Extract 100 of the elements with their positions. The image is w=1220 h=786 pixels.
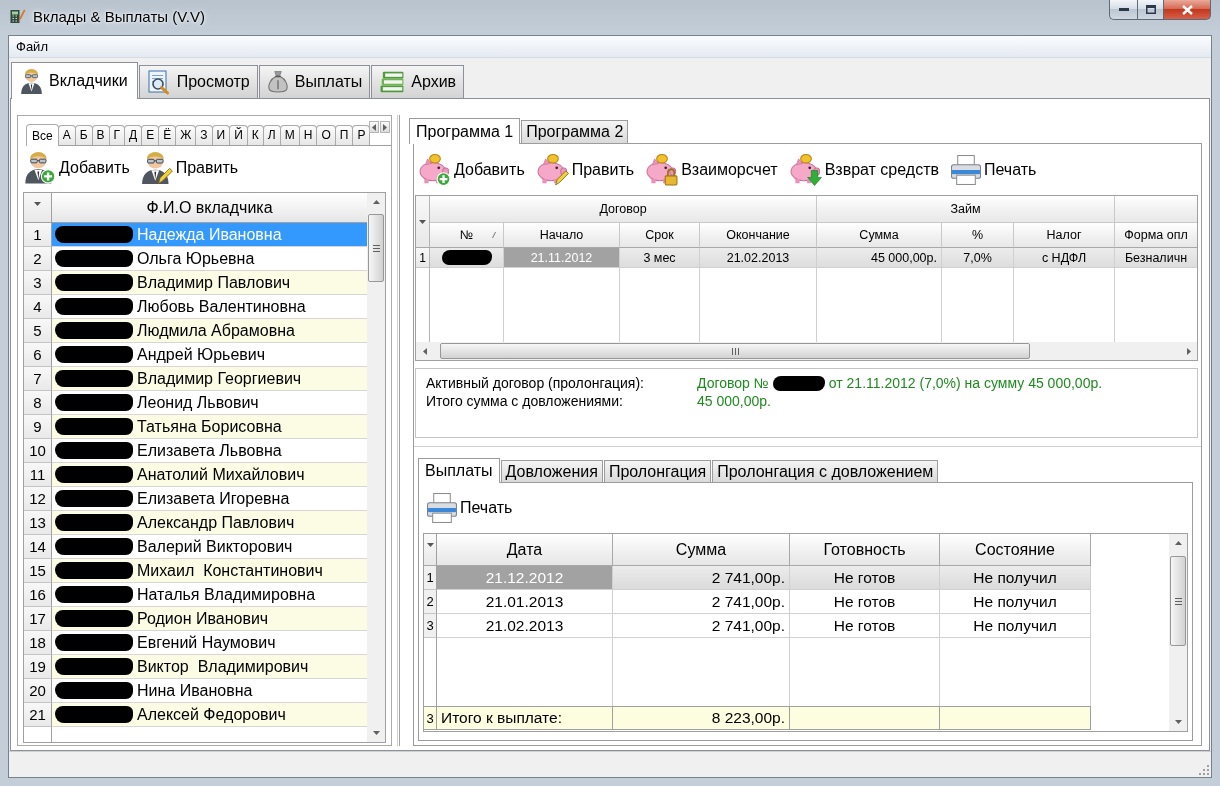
tab[interactable]: Вкладчики	[11, 62, 138, 99]
name-cell[interactable]: Виктор Владимирович	[52, 655, 367, 679]
dropdown-arrow-icon[interactable]	[34, 202, 41, 206]
tab[interactable]: Выплаты	[258, 65, 371, 98]
depositor-name: Владимир Павлович	[137, 273, 291, 292]
tab[interactable]: Довложения	[500, 460, 603, 482]
tab[interactable]: Пролонгация с довложением	[712, 460, 939, 482]
dropdown-arrow-icon[interactable]	[419, 219, 426, 224]
row-number: 3	[24, 271, 52, 295]
letter-tab[interactable]: Ж	[175, 125, 197, 145]
toolbar-button[interactable]: Взврат средств	[789, 154, 939, 186]
toolbar-button[interactable]: Добавить	[419, 154, 525, 186]
row-number: 11	[24, 463, 52, 487]
toolbar-button[interactable]: Печать	[427, 493, 513, 523]
name-cell[interactable]: Анатолий Михайлович	[52, 463, 367, 487]
tab[interactable]: Выплаты	[418, 458, 500, 483]
scrollbar[interactable]	[416, 342, 1197, 360]
resize-grip-icon[interactable]	[1198, 764, 1209, 775]
column-header[interactable]: Готовность	[790, 534, 940, 566]
toolbar-button[interactable]: Править	[141, 152, 239, 184]
column-header[interactable]: Сумма	[613, 534, 790, 566]
letter-tab[interactable]: О	[316, 125, 336, 145]
letter-tab[interactable]: Р	[352, 125, 371, 145]
name-cell[interactable]: Михаил Константинович	[52, 559, 367, 583]
letter-tab[interactable]: В	[91, 125, 110, 145]
row-number: 6	[24, 343, 52, 367]
scrollbar[interactable]	[1169, 534, 1187, 731]
maximize-icon	[1145, 5, 1156, 14]
row-number: 9	[24, 415, 52, 439]
scrollbar-thumb[interactable]	[1170, 556, 1186, 646]
column-header[interactable]: Налог	[1014, 223, 1115, 248]
minimize-icon	[1118, 8, 1129, 11]
document-search-icon	[147, 69, 170, 95]
name-cell[interactable]: Владимир Павлович	[52, 271, 367, 295]
table-row[interactable]: 2 21.01.2013 2 741,00р. Не готов Не получил	[424, 590, 1091, 614]
summary-label: Итого сумма с довложениями:	[426, 393, 624, 409]
piggy-bank-edit-icon	[536, 154, 569, 186]
scrollbar-thumb[interactable]	[368, 214, 384, 282]
toolbar-button[interactable]: Править	[536, 154, 635, 186]
column-header[interactable]: Форма опл	[1115, 223, 1197, 248]
letter-tab[interactable]: Ё	[158, 125, 177, 145]
column-header[interactable]: Дата	[437, 534, 613, 566]
column-header[interactable]: Состояние	[940, 534, 1091, 566]
letter-tab[interactable]: Все	[26, 124, 59, 146]
table-row[interactable]: 1 21.12.2012 2 741,00р. Не готов Не получил	[424, 566, 1091, 590]
row-number: 20	[24, 679, 52, 703]
dropdown-arrow-icon[interactable]	[426, 543, 434, 547]
maximize-button[interactable]	[1137, 0, 1164, 20]
letter-tab[interactable]: Б	[74, 125, 93, 145]
table-cell: Не готов	[790, 566, 940, 590]
tab[interactable]: Пролонгация	[603, 460, 712, 482]
calculator-icon	[10, 8, 26, 24]
name-cell[interactable]: Александр Павлович	[52, 511, 367, 535]
letter-tab[interactable]: Л	[262, 125, 281, 145]
left-arrow-icon	[372, 123, 377, 131]
row-number: 18	[24, 631, 52, 655]
depositor-name: Валерий Викторович	[137, 537, 293, 556]
tab[interactable]: Программа 1	[409, 118, 521, 144]
scrollbar[interactable]	[367, 193, 385, 742]
name-cell[interactable]: Родион Иванович	[52, 607, 367, 631]
column-header[interactable]: Срок	[620, 223, 700, 248]
name-cell[interactable]: Татьяна Борисовна	[52, 415, 367, 439]
summary-value: Договор №	[697, 375, 769, 391]
toolbar-button[interactable]: Добавить	[25, 152, 130, 184]
letter-tab[interactable]: Е	[141, 125, 160, 145]
tab[interactable]: Просмотр	[138, 65, 258, 98]
menu-item[interactable]: Файл	[9, 36, 55, 57]
depositor-name: Виктор Владимирович	[137, 657, 309, 676]
column-header[interactable]: №	[430, 223, 504, 248]
tab[interactable]: Программа 2	[521, 120, 629, 143]
column-header[interactable]: Сумма	[817, 223, 942, 248]
left-arrow-icon	[422, 347, 427, 355]
letter-tab[interactable]: Й	[229, 125, 248, 145]
scroll-right-button[interactable]	[380, 121, 391, 133]
toolbar-button[interactable]: Печать	[950, 155, 1037, 185]
table-row[interactable]: 1 21.11.2012 3 мес 21.02.2013 45 000,00р. 7,0% с НДФЛ Безналичн	[416, 248, 1197, 268]
name-cell[interactable]: Алексей Федорович	[52, 703, 367, 727]
name-cell[interactable]: Людмила Абрамовна	[52, 319, 367, 343]
toolbar-button[interactable]: Взаиморсчет	[646, 154, 778, 186]
row-number: 16	[24, 583, 52, 607]
letter-tab[interactable]: Д	[124, 125, 143, 145]
letter-tab[interactable]: К	[246, 125, 264, 145]
letter-tab[interactable]: А	[57, 125, 76, 145]
column-header[interactable]: Окончание	[700, 223, 817, 248]
name-cell[interactable]: Владимир Георгиевич	[52, 367, 367, 391]
tab[interactable]: Архив	[371, 65, 465, 98]
scroll-left-button[interactable]	[369, 121, 380, 133]
close-button[interactable]	[1164, 0, 1211, 20]
depositor-name: Любовь Валентиновна	[137, 297, 306, 316]
column-header[interactable]: Начало	[504, 223, 620, 248]
letter-tab[interactable]: З	[195, 125, 213, 145]
scrollbar-thumb[interactable]	[440, 343, 1030, 359]
row-number: 5	[24, 319, 52, 343]
column-header[interactable]: %	[942, 223, 1014, 248]
table-row[interactable]: 3 21.02.2013 2 741,00р. Не готов Не получил	[424, 614, 1091, 638]
money-bag-icon	[267, 71, 288, 93]
table-cell: Безналичн	[1115, 248, 1197, 268]
minimize-button[interactable]	[1109, 0, 1137, 20]
letter-tab[interactable]: М	[279, 125, 300, 145]
depositor-name: Владимир Георгиевич	[137, 369, 302, 388]
